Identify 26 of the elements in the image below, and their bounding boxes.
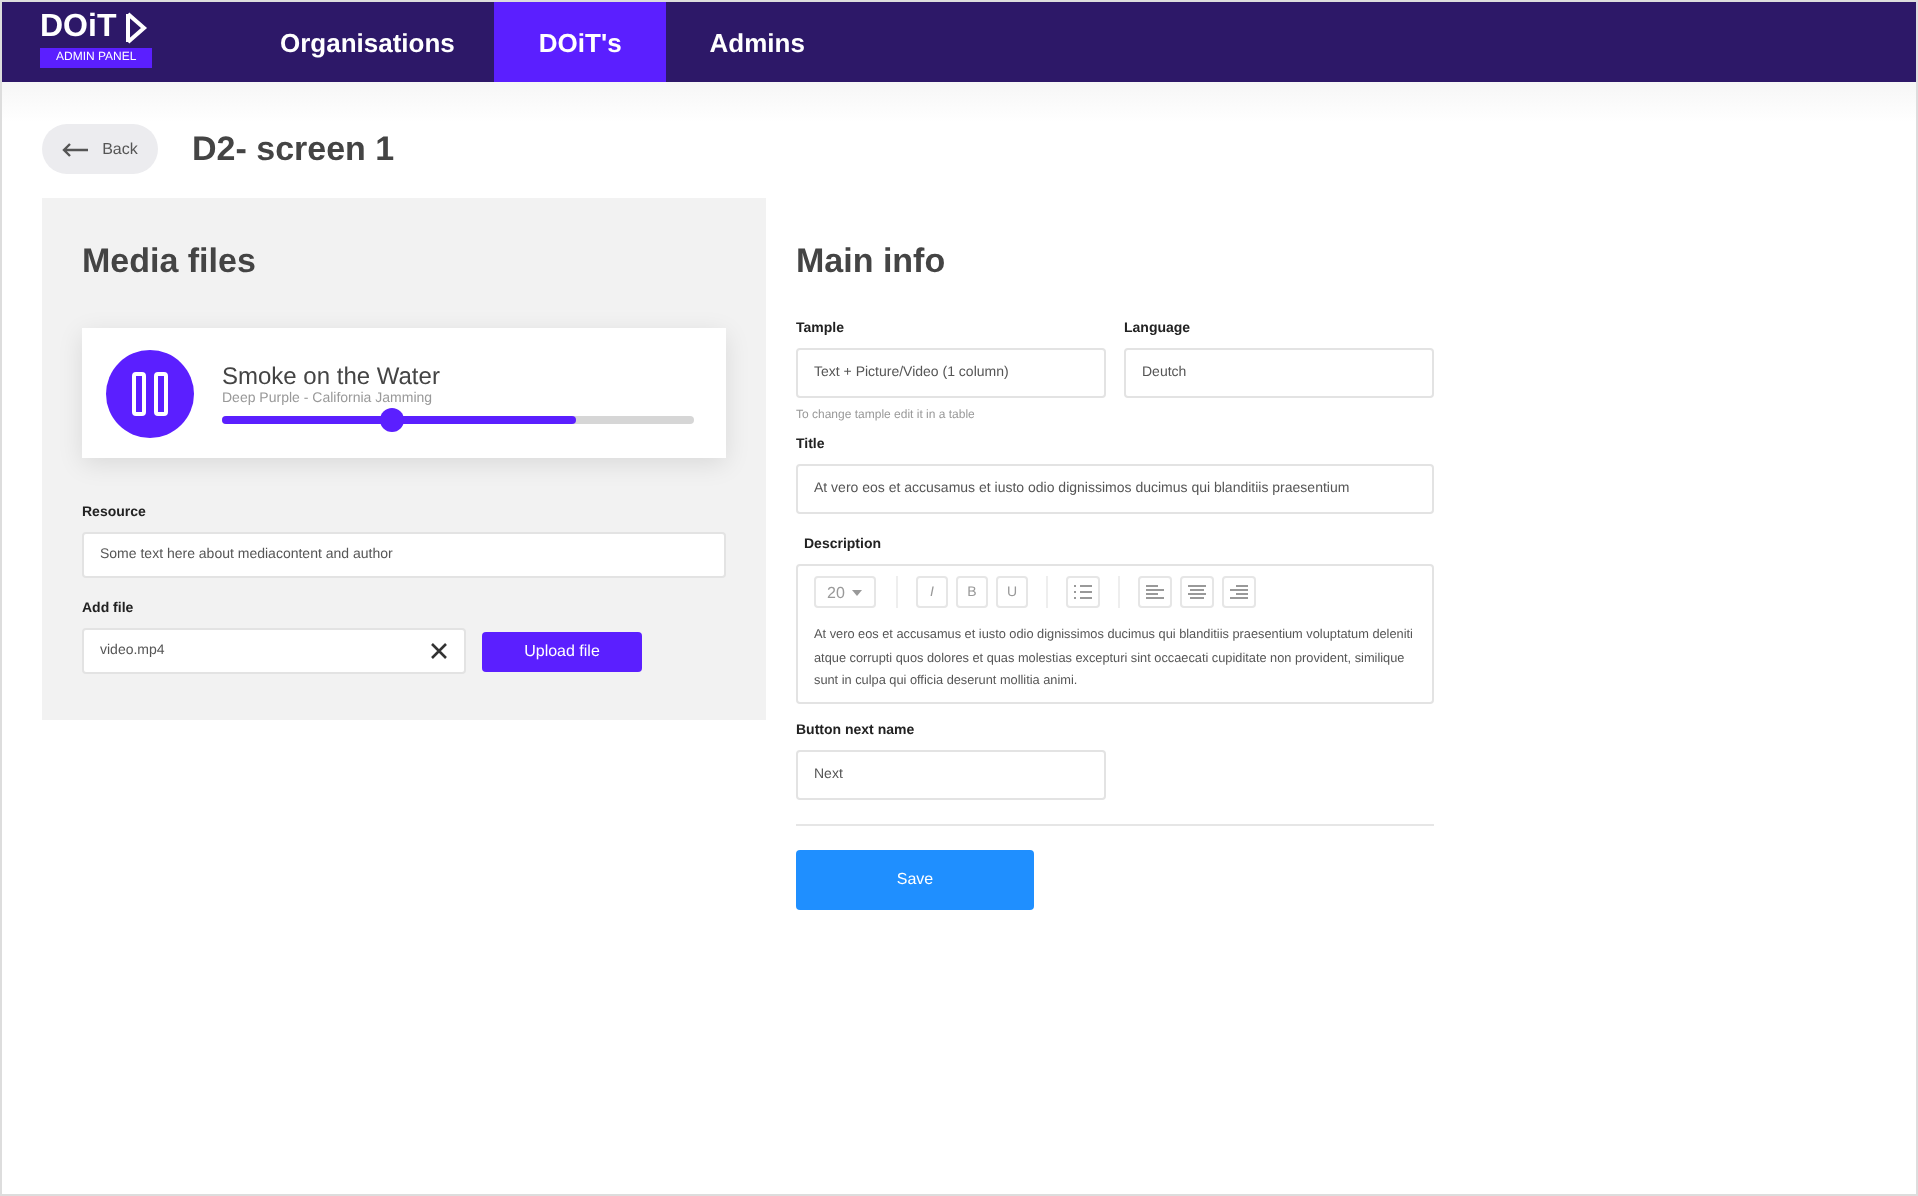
nav-tab[interactable]: DOiT's <box>494 2 666 82</box>
list-button[interactable] <box>1066 576 1100 608</box>
upload-button[interactable]: Upload file <box>482 631 642 671</box>
pause-icon <box>132 371 168 415</box>
arrow-left-icon <box>62 141 91 157</box>
section-heading: Main info <box>796 242 948 282</box>
nav-tab[interactable]: Admins <box>665 2 849 82</box>
align-icon <box>1230 584 1248 600</box>
align-button[interactable] <box>1138 576 1172 608</box>
rich-text-editor[interactable] <box>796 564 1434 703</box>
list-icon <box>1074 584 1092 600</box>
nav-tab[interactable]: Organisations <box>202 2 495 82</box>
close-icon[interactable] <box>430 642 448 660</box>
align-button[interactable] <box>1180 576 1214 608</box>
caret-icon <box>852 589 863 595</box>
track-title: Smoke on the Water <box>222 362 442 390</box>
page-title: D2- screen 1 <box>192 129 395 169</box>
pause-button[interactable] <box>106 349 194 437</box>
slider-thumb[interactable] <box>379 408 404 432</box>
align-icon <box>1188 584 1206 600</box>
align-icon <box>1146 584 1164 600</box>
back-button[interactable]: Back <box>42 124 158 174</box>
align-button[interactable] <box>1222 576 1256 608</box>
play-icon <box>124 12 149 44</box>
logo-text: DOiT <box>40 12 117 44</box>
section-heading: Media files <box>82 242 258 282</box>
